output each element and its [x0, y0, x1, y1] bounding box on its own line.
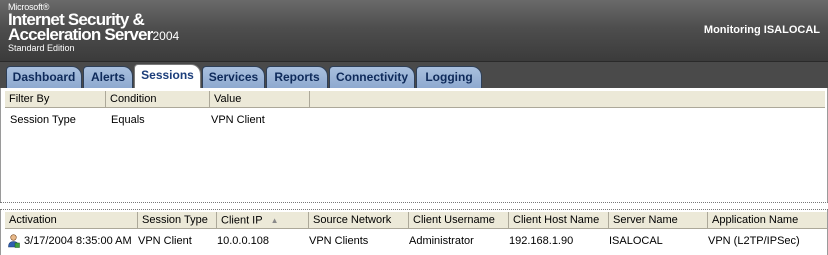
filter-col-filter-by[interactable]: Filter By	[5, 91, 106, 108]
pane-splitter[interactable]	[0, 202, 828, 210]
col-application-name[interactable]: Application Name	[708, 212, 827, 229]
filter-header: Filter By Condition Value	[5, 91, 825, 108]
tab-alerts[interactable]: Alerts	[83, 66, 133, 88]
filter-cell-filter-by: Session Type	[10, 114, 76, 126]
cell-client-username: Administrator	[409, 235, 474, 247]
col-client-host-name[interactable]: Client Host Name	[509, 212, 609, 229]
sort-ascending-icon: ▲	[270, 216, 279, 225]
product-name-line2: Acceleration Server2004	[8, 25, 180, 44]
tab-logging[interactable]: Logging	[416, 66, 482, 88]
filter-cell-value: VPN Client	[211, 114, 265, 126]
filter-panel: Filter By Condition Value Session Type E…	[0, 88, 828, 202]
col-client-host-name-label: Client Host Name	[513, 214, 600, 226]
col-session-type[interactable]: Session Type	[138, 212, 217, 229]
tab-reports[interactable]: Reports	[266, 66, 328, 88]
cell-session-type: VPN Client	[138, 235, 192, 247]
sessions-header: Activation Session Type Client IP ▲ Sourc…	[5, 211, 827, 229]
cell-source-network: VPN Clients	[309, 235, 369, 247]
product-logo: Microsoft® Internet Security & Accelerat…	[8, 3, 179, 53]
col-activation[interactable]: Activation	[5, 212, 138, 229]
col-application-name-label: Application Name	[712, 214, 799, 226]
product-edition: Standard Edition	[8, 43, 75, 53]
cell-client-ip: 10.0.0.108	[217, 235, 269, 247]
col-activation-label: Activation	[9, 214, 57, 226]
tab-connectivity[interactable]: Connectivity	[329, 66, 415, 88]
table-row[interactable]: 3/17/2004 8:35:00 AM VPN Client 10.0.0.1…	[5, 232, 827, 250]
tab-sessions[interactable]: Sessions	[134, 64, 201, 88]
col-source-network-label: Source Network	[313, 214, 392, 226]
cell-activation: 3/17/2004 8:35:00 AM	[24, 235, 132, 247]
product-year: 2004	[152, 29, 180, 43]
tab-dashboard[interactable]: Dashboard	[6, 66, 82, 88]
monitoring-label: Monitoring ISALOCAL	[703, 24, 820, 36]
tab-strip: Dashboard Alerts Sessions Services Repor…	[0, 62, 828, 88]
col-session-type-label: Session Type	[142, 214, 208, 226]
col-client-username[interactable]: Client Username	[409, 212, 509, 229]
col-client-ip[interactable]: Client IP ▲	[217, 212, 309, 229]
filter-col-condition[interactable]: Condition	[106, 91, 210, 108]
cell-application-name: VPN (L2TP/IPSec)	[708, 235, 800, 247]
col-source-network[interactable]: Source Network	[309, 212, 409, 229]
tab-services[interactable]: Services	[202, 66, 265, 88]
vpn-user-icon	[8, 234, 20, 248]
cell-server-name: ISALOCAL	[609, 235, 663, 247]
col-client-ip-label: Client IP	[221, 214, 263, 227]
filter-col-value[interactable]: Value	[210, 91, 310, 108]
col-client-username-label: Client Username	[413, 214, 495, 226]
col-server-name-label: Server Name	[613, 214, 678, 226]
cell-client-host-name: 192.168.1.90	[509, 235, 574, 247]
product-name-line2-text: Acceleration Server	[8, 25, 153, 44]
filter-cell-condition: Equals	[111, 114, 145, 126]
product-banner: Microsoft® Internet Security & Accelerat…	[0, 0, 828, 62]
col-server-name[interactable]: Server Name	[609, 212, 708, 229]
sessions-table: Activation Session Type Client IP ▲ Sourc…	[0, 210, 828, 255]
